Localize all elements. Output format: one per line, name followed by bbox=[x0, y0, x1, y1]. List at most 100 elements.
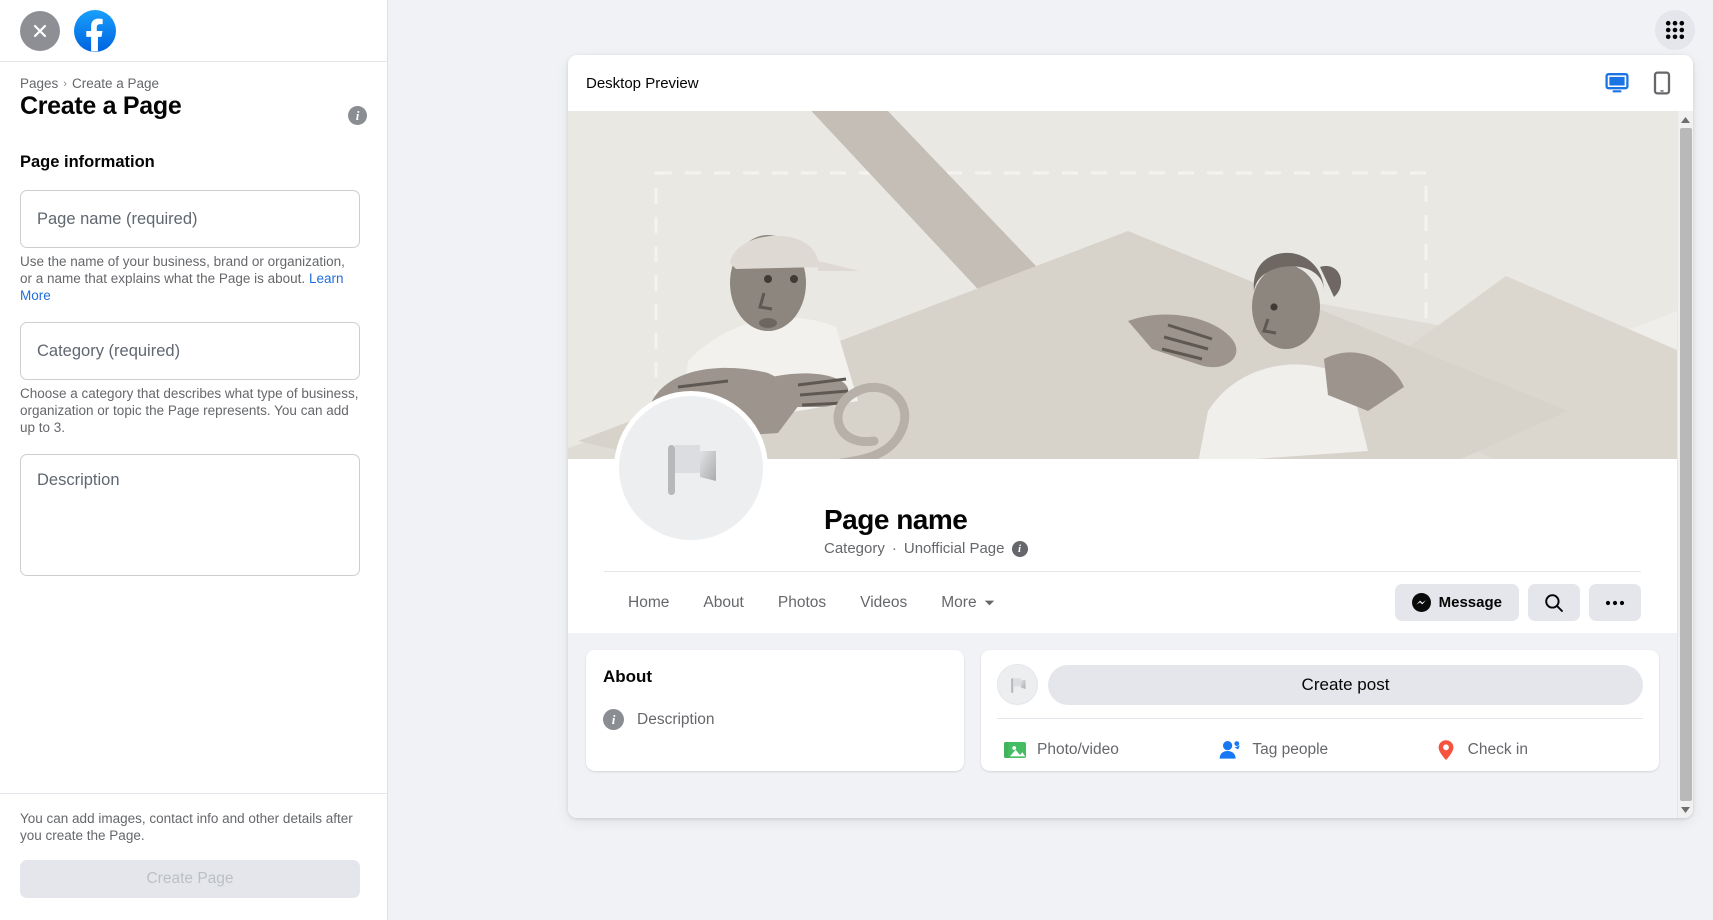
device-toggle-group bbox=[1605, 71, 1673, 95]
search-icon bbox=[1545, 593, 1563, 612]
desktop-monitor-glyph bbox=[1605, 73, 1629, 93]
desktop-monitor-icon[interactable] bbox=[1605, 71, 1629, 95]
check-in-action[interactable]: Check in bbox=[1428, 729, 1643, 771]
scrollbar-thumb[interactable] bbox=[1679, 128, 1692, 801]
messenger-icon bbox=[1411, 593, 1431, 612]
photo-video-action[interactable]: Photo/video bbox=[997, 729, 1212, 771]
more-options-button[interactable] bbox=[1589, 584, 1641, 621]
create-page-button[interactable]: Create Page bbox=[20, 860, 360, 898]
about-card-title: About bbox=[603, 667, 653, 686]
create-post-placeholder: Create post bbox=[1301, 674, 1390, 694]
create-post-input[interactable]: Create post bbox=[1048, 664, 1643, 705]
profile-name: Page name bbox=[824, 504, 968, 535]
tab-videos-label: Videos bbox=[860, 593, 908, 611]
page-name-placeholder: Page name (required) bbox=[37, 209, 198, 228]
chevron-down-icon bbox=[984, 600, 994, 605]
composer-avatar[interactable] bbox=[997, 664, 1038, 705]
profile-status: Unofficial Page bbox=[903, 540, 1005, 557]
location-pin-icon bbox=[1438, 740, 1454, 760]
page-action-buttons: Message bbox=[1394, 584, 1641, 621]
caret-down-icon bbox=[1681, 806, 1690, 813]
desktop-preview-panel: Desktop Preview Page name Category · Uno… bbox=[568, 55, 1693, 818]
message-button-label: Message bbox=[1438, 594, 1502, 611]
scroll-up-button[interactable] bbox=[1678, 111, 1694, 128]
section-title-page-information: Page information bbox=[20, 153, 155, 171]
tab-videos[interactable]: Videos bbox=[846, 585, 921, 621]
breadcrumb-current: Create a Page bbox=[71, 76, 160, 91]
post-composer-card: Create post Photo/video Tag people Check… bbox=[981, 650, 1659, 771]
scroll-down-button[interactable] bbox=[1678, 801, 1694, 818]
mobile-phone-glyph bbox=[1653, 71, 1671, 95]
preview-scrollbar[interactable] bbox=[1677, 111, 1693, 818]
page-body-columns: About i Description Create post Photo/vi… bbox=[568, 633, 1677, 771]
info-circle-icon: i bbox=[603, 709, 624, 730]
composer-action-row: Photo/video Tag people Check in bbox=[997, 718, 1643, 771]
scrollbar-track[interactable] bbox=[1678, 128, 1694, 801]
profile-header: Page name Category · Unofficial Page i H… bbox=[568, 391, 1677, 633]
composer-top-row: Create post bbox=[997, 664, 1643, 705]
category-placeholder: Category (required) bbox=[37, 341, 181, 360]
tab-photos-label: Photos bbox=[777, 593, 827, 611]
info-icon[interactable]: i bbox=[348, 106, 367, 125]
preview-title: Desktop Preview bbox=[586, 74, 699, 92]
caret-up-icon bbox=[1681, 116, 1690, 123]
close-icon[interactable] bbox=[20, 10, 60, 51]
close-x-icon bbox=[33, 24, 47, 37]
tab-photos[interactable]: Photos bbox=[764, 585, 840, 621]
facebook-logo-icon[interactable] bbox=[74, 9, 116, 52]
about-card: About i Description bbox=[586, 650, 964, 771]
message-button[interactable]: Message bbox=[1394, 584, 1519, 621]
breadcrumb-separator: › bbox=[63, 77, 67, 90]
flag-placeholder-icon bbox=[668, 445, 716, 495]
page-nav-row: Home About Photos Videos More Message bbox=[604, 571, 1641, 633]
page-tabs: Home About Photos Videos More bbox=[604, 585, 1009, 621]
page-name-help-text: Use the name of your business, brand or … bbox=[20, 254, 345, 286]
flag-placeholder-icon bbox=[1010, 677, 1025, 693]
profile-separator: · bbox=[891, 540, 897, 557]
description-input[interactable]: Description bbox=[20, 454, 360, 576]
profile-text: Page name Category · Unofficial Page i bbox=[824, 504, 1028, 571]
tab-about-label: About bbox=[703, 593, 744, 611]
app-root: Pages › Create a Page Create a Page i Pa… bbox=[0, 0, 1713, 920]
search-button[interactable] bbox=[1528, 584, 1580, 621]
preview-body: Page name Category · Unofficial Page i H… bbox=[568, 111, 1693, 818]
mobile-phone-icon[interactable] bbox=[1651, 71, 1673, 95]
sidebar-header bbox=[0, 0, 387, 62]
sidebar-content: Pages › Create a Page Create a Page i Pa… bbox=[0, 62, 387, 793]
apps-grid-glyph bbox=[1665, 20, 1685, 40]
tag-people-action[interactable]: Tag people bbox=[1212, 729, 1427, 771]
category-help: Choose a category that describes what ty… bbox=[20, 386, 359, 435]
ellipsis-horizontal-icon bbox=[1605, 600, 1625, 605]
about-description-text: Description bbox=[637, 710, 715, 728]
main-area: Desktop Preview Page name Category · Uno… bbox=[388, 0, 1713, 920]
breadcrumb: Pages › Create a Page bbox=[20, 76, 367, 91]
about-description-row: i Description bbox=[603, 709, 947, 730]
create-page-sidebar: Pages › Create a Page Create a Page i Pa… bbox=[0, 0, 388, 920]
profile-row: Page name Category · Unofficial Page i bbox=[586, 391, 1659, 571]
preview-header: Desktop Preview bbox=[568, 55, 1693, 111]
description-placeholder: Description bbox=[37, 471, 120, 489]
unofficial-page-info-icon[interactable]: i bbox=[1011, 540, 1028, 557]
page-name-input[interactable]: Page name (required) bbox=[20, 190, 360, 248]
sidebar-footer: You can add images, contact info and oth… bbox=[0, 793, 387, 920]
check-in-label: Check in bbox=[1467, 741, 1528, 758]
page-title: Create a Page bbox=[20, 92, 182, 120]
tag-people-icon bbox=[1219, 741, 1241, 759]
profile-subtitle: Category · Unofficial Page i bbox=[824, 540, 1028, 557]
tab-about[interactable]: About bbox=[689, 585, 758, 621]
tag-people-label: Tag people bbox=[1252, 741, 1329, 758]
photo-video-label: Photo/video bbox=[1037, 741, 1119, 758]
tab-home[interactable]: Home bbox=[614, 585, 683, 621]
tab-home-label: Home bbox=[628, 593, 670, 611]
title-row: Create a Page i bbox=[20, 92, 367, 125]
category-input[interactable]: Category (required) bbox=[20, 322, 360, 380]
profile-category: Category bbox=[824, 540, 885, 557]
avatar[interactable] bbox=[614, 391, 768, 545]
tab-more-label: More bbox=[941, 593, 977, 611]
page-name-help: Use the name of your business, brand or … bbox=[20, 253, 360, 304]
photo-video-icon bbox=[1004, 742, 1026, 758]
tab-more[interactable]: More bbox=[927, 585, 1008, 621]
apps-grid-icon[interactable] bbox=[1655, 10, 1695, 50]
preview-scroll-content: Page name Category · Unofficial Page i H… bbox=[568, 111, 1677, 818]
breadcrumb-parent[interactable]: Pages bbox=[20, 76, 58, 91]
